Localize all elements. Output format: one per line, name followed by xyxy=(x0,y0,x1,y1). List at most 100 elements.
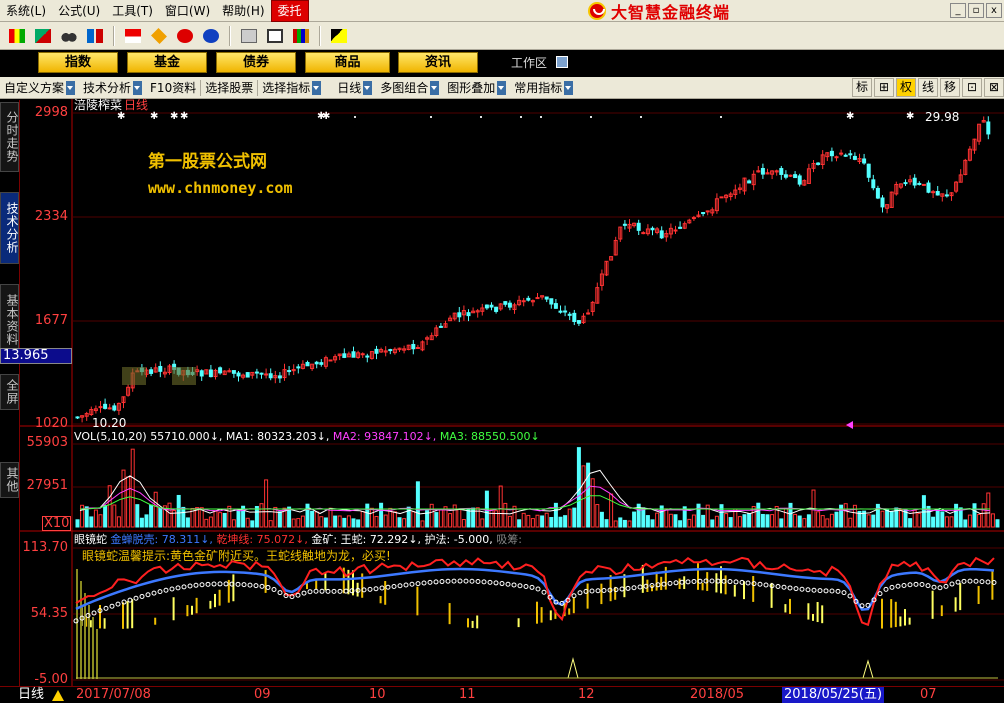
help-pointer-icon[interactable] xyxy=(328,25,350,47)
period-button[interactable]: 日线 xyxy=(333,79,376,96)
menu-help[interactable]: 帮助(H) xyxy=(216,1,270,21)
indicator-bar xyxy=(752,576,755,602)
f10-button[interactable]: F10资料 xyxy=(146,79,200,96)
chart-mode-buttons: 标 ⊞ 权 线 移 ⊡ ⊠ xyxy=(852,78,1004,97)
volume-bar xyxy=(93,509,98,528)
dropdown-icon[interactable] xyxy=(133,80,143,95)
volume-bar xyxy=(650,519,655,528)
volume-bar xyxy=(641,507,646,528)
flag-red-icon[interactable] xyxy=(122,25,144,47)
low-price-mark: 10.20 xyxy=(92,416,127,430)
window-button[interactable]: ⊡ xyxy=(962,78,982,97)
tab-fund[interactable]: 基金 xyxy=(127,52,207,73)
overlay-button[interactable]: 图形叠加 xyxy=(443,79,510,96)
flag-icon[interactable] xyxy=(6,25,28,47)
volume-bar xyxy=(521,512,526,528)
indicator-dot xyxy=(247,582,253,588)
dropdown-icon[interactable] xyxy=(66,80,76,95)
tab-index[interactable]: 指数 xyxy=(38,52,118,73)
volume-bar xyxy=(158,507,163,528)
candle-body xyxy=(507,302,512,308)
menu-system[interactable]: 系统(L) xyxy=(0,1,52,21)
minimize-icon[interactable]: _ xyxy=(950,3,966,18)
restore-icon[interactable]: ▫ xyxy=(968,3,984,18)
indicator-red-line xyxy=(75,556,995,627)
sidetab-intraday[interactable]: 分时走势 xyxy=(0,102,19,172)
indicator-bar xyxy=(126,601,129,629)
arrows-icon[interactable] xyxy=(32,25,54,47)
dropdown-icon[interactable] xyxy=(312,80,322,95)
sidetab-other[interactable]: 其他 xyxy=(0,462,19,498)
signal-star-icon: ✱ xyxy=(117,111,125,122)
indicator-bar xyxy=(172,597,175,621)
tech-analysis-label: 技术分析 xyxy=(83,81,132,95)
red-ball-icon[interactable] xyxy=(174,25,196,47)
menu-trade[interactable]: 委托 xyxy=(270,0,309,22)
line-button[interactable]: 线 xyxy=(918,78,938,97)
lock-icon[interactable] xyxy=(497,80,507,95)
indicator-dot xyxy=(337,588,343,594)
indicator-dot xyxy=(601,587,607,593)
watermark-title: 第一股票公式网 xyxy=(148,152,267,172)
indicator-bar xyxy=(324,572,327,591)
volume-bar xyxy=(305,503,310,528)
custom-scheme-button[interactable]: 自定义方案 xyxy=(0,79,79,96)
indicator-dot xyxy=(301,590,307,596)
up-down-icon[interactable] xyxy=(84,25,106,47)
layout-icon[interactable] xyxy=(264,25,286,47)
rights-button[interactable]: 权 xyxy=(896,78,916,97)
blue-ball-icon[interactable] xyxy=(200,25,222,47)
brand-logo-icon xyxy=(588,2,606,20)
volume-bar xyxy=(714,515,719,528)
workspace-dropdown-icon[interactable] xyxy=(556,56,568,68)
candle-body xyxy=(199,370,204,377)
indicator-dot xyxy=(205,581,211,587)
period-triangle-icon[interactable] xyxy=(52,690,64,701)
indicator-dot xyxy=(919,581,925,587)
close-icon[interactable]: x xyxy=(986,3,1002,18)
sidetab-technical[interactable]: 技术分析 xyxy=(0,192,19,264)
dropdown-icon[interactable] xyxy=(430,80,440,95)
volume-bar xyxy=(880,510,885,528)
indicator-bar xyxy=(991,570,994,600)
period-indicator: 日线 xyxy=(124,98,149,112)
screen-icon[interactable] xyxy=(238,25,260,47)
grid-button[interactable]: ⊞ xyxy=(874,78,894,97)
common-indicator-button[interactable]: 常用指标 xyxy=(510,79,577,96)
volume-bar xyxy=(107,485,112,528)
volume-bar xyxy=(250,520,255,528)
indicator-line5-label: 护法: xyxy=(424,533,451,546)
indicator-dot xyxy=(475,579,481,585)
select-indicator-button[interactable]: 选择指标 xyxy=(258,79,325,96)
menu-tools[interactable]: 工具(T) xyxy=(106,1,159,21)
dropdown-icon[interactable] xyxy=(564,80,574,95)
mark-button[interactable]: 标 xyxy=(852,78,872,97)
sidetab-fundamental[interactable]: 基本资料 xyxy=(0,284,19,356)
workspace-label[interactable]: 工作区 xyxy=(511,54,547,72)
volume-bar xyxy=(365,503,370,528)
tab-bond[interactable]: 债券 xyxy=(216,52,296,73)
diamond-icon[interactable] xyxy=(148,25,170,47)
tab-news[interactable]: 资讯 xyxy=(398,52,478,73)
signal-star-icon: ✱ xyxy=(906,111,914,122)
binoculars-icon[interactable] xyxy=(58,25,80,47)
candle-body xyxy=(535,297,540,300)
close-panel-button[interactable]: ⊠ xyxy=(984,78,1004,97)
menu-formula[interactable]: 公式(U) xyxy=(52,1,106,21)
chart-area[interactable]: ✱ ✱ ✱ ✱ ✱ ✱ ✱ ✱ 涪陵榨菜 日线 第一股票公式网 www.chnmoney.co… xyxy=(0,98,1004,686)
indicator-line2-label: 乾坤线: xyxy=(216,533,254,546)
indicator-dot xyxy=(115,601,121,607)
select-stock-button[interactable]: 选择股票 xyxy=(201,79,257,96)
indicator-bar xyxy=(940,605,943,617)
period-selector[interactable]: 日线 xyxy=(18,687,44,703)
move-button[interactable]: 移 xyxy=(940,78,960,97)
multi-chart-button[interactable]: 多图组合 xyxy=(376,79,443,96)
dropdown-icon[interactable] xyxy=(363,80,373,95)
volume-bar xyxy=(498,485,503,528)
volume-bar xyxy=(452,504,457,528)
tab-commodity[interactable]: 商品 xyxy=(305,52,390,73)
books-icon[interactable] xyxy=(290,25,312,47)
sidetab-fullscreen[interactable]: 全屏 xyxy=(0,374,19,410)
tech-analysis-button[interactable]: 技术分析 xyxy=(79,79,146,96)
menu-window[interactable]: 窗口(W) xyxy=(159,1,216,21)
